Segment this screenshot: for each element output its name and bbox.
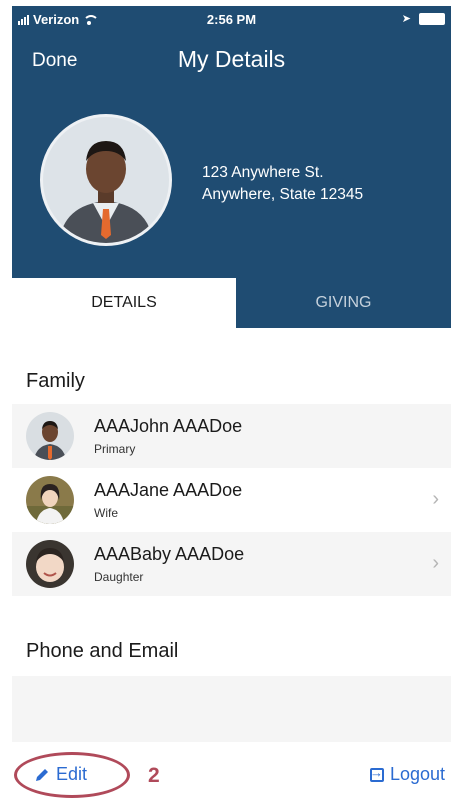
tab-details[interactable]: DETAILS bbox=[12, 278, 236, 328]
address-line-1: 123 Anywhere St. bbox=[202, 164, 324, 181]
profile-avatar bbox=[40, 114, 172, 246]
family-section-title: Family bbox=[26, 370, 85, 392]
phone-email-section-title: Phone and Email bbox=[26, 640, 179, 662]
member-name: AAAJohn AAADoe bbox=[94, 416, 243, 436]
chevron-right-icon: › bbox=[432, 552, 439, 574]
annotation-number: 2 bbox=[148, 764, 160, 787]
member-name: AAAJane AAADoe bbox=[94, 480, 243, 500]
logout-icon bbox=[369, 765, 384, 782]
member-role: Daughter bbox=[94, 570, 144, 584]
logout-button[interactable]: Logout bbox=[369, 764, 445, 785]
screen-frame: Verizon 2:56 PM ➤ Done My Details 123 An… bbox=[0, 0, 451, 803]
family-member-row[interactable]: AAAJane AAADoe Wife › bbox=[12, 468, 451, 532]
edit-label: Edit bbox=[56, 764, 88, 784]
edit-button[interactable]: Edit bbox=[34, 764, 87, 785]
phone-email-content bbox=[12, 676, 451, 742]
member-avatar bbox=[26, 476, 74, 524]
profile-address: 123 Anywhere St. Anywhere, State 12345 bbox=[202, 162, 363, 206]
chevron-right-icon: › bbox=[432, 488, 439, 510]
profile-photo-image bbox=[43, 117, 169, 243]
location-arrow-icon: ➤ bbox=[401, 13, 411, 25]
tab-giving[interactable]: GIVING bbox=[236, 278, 451, 328]
logout-label: Logout bbox=[389, 764, 445, 784]
profile-header: Verizon 2:56 PM ➤ Done My Details 123 An… bbox=[12, 6, 451, 328]
battery-icon bbox=[419, 12, 445, 25]
family-member-row[interactable]: AAABaby AAADoe Daughter › bbox=[12, 532, 451, 596]
phone-screen: Verizon 2:56 PM ➤ Done My Details 123 An… bbox=[12, 6, 451, 803]
address-line-2: Anywhere, State 12345 bbox=[202, 186, 364, 203]
pencil-icon bbox=[36, 768, 48, 781]
member-name: AAABaby AAADoe bbox=[94, 544, 245, 564]
status-right-group: ➤ bbox=[402, 12, 445, 25]
member-role: Primary bbox=[94, 442, 136, 456]
family-member-row[interactable]: AAAJohn AAADoe Primary bbox=[12, 404, 451, 468]
member-role: Wife bbox=[94, 506, 118, 520]
member-avatar bbox=[26, 540, 74, 588]
status-bar: Verizon 2:56 PM ➤ bbox=[12, 6, 451, 32]
page-title: My Details bbox=[177, 46, 286, 72]
member-avatar bbox=[26, 412, 74, 460]
status-time: 2:56 PM bbox=[206, 12, 257, 27]
